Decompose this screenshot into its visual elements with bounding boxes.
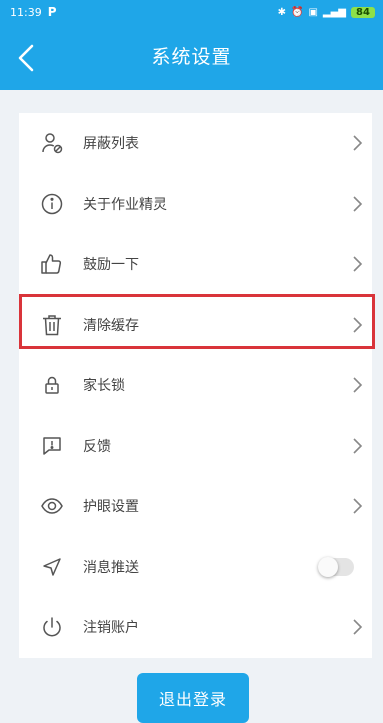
- settings-item-encourage[interactable]: 鼓励一下: [19, 234, 372, 295]
- feedback-icon: [39, 433, 65, 459]
- status-bar: 11:39 P ✱ ⏰ ▣ ▂▄▆ 84: [0, 0, 383, 24]
- settings-item-parent-lock[interactable]: 家长锁: [19, 355, 372, 416]
- settings-item-block-list[interactable]: 屏蔽列表: [19, 113, 372, 174]
- chevron-right-icon: [353, 256, 363, 272]
- chevron-right-icon: [353, 619, 363, 635]
- settings-item-feedback[interactable]: 反馈: [19, 416, 372, 477]
- chevron-right-icon: [353, 317, 363, 333]
- status-time: 11:39: [10, 5, 42, 19]
- settings-item-push-notifications: 消息推送: [19, 537, 372, 598]
- settings-item-about[interactable]: 关于作业精灵: [19, 174, 372, 235]
- info-icon: [39, 191, 65, 217]
- toggle-knob: [318, 556, 338, 577]
- settings-item-label: 消息推送: [83, 559, 139, 576]
- settings-item-label: 鼓励一下: [83, 257, 139, 274]
- eye-icon: [39, 493, 65, 519]
- thumbs-up-icon: [39, 251, 65, 277]
- settings-item-label: 注销账户: [83, 620, 139, 637]
- settings-item-label: 护眼设置: [83, 499, 139, 516]
- bluetooth-icon: ✱: [277, 6, 287, 18]
- nav-bar: 系统设置: [0, 24, 383, 90]
- signal-icon: ▂▄▆: [322, 6, 346, 18]
- push-notifications-toggle[interactable]: [318, 556, 354, 577]
- chevron-right-icon: [353, 377, 363, 393]
- settings-item-clear-cache[interactable]: 清除缓存: [19, 295, 372, 356]
- settings-item-label: 家长锁: [83, 378, 125, 395]
- chevron-right-icon: [353, 196, 363, 212]
- settings-item-label: 清除缓存: [83, 317, 139, 334]
- app-indicator-icon: P: [47, 5, 57, 19]
- status-icons: ✱ ⏰ ▣ ▂▄▆ 84: [277, 6, 375, 18]
- logout-button[interactable]: 退出登录: [137, 673, 249, 723]
- trash-icon: [39, 312, 65, 338]
- settings-list: 屏蔽列表 关于作业精灵 鼓励一下 清除缓存 家长锁 反馈 护眼设置 消息推送 注…: [19, 113, 372, 658]
- settings-item-label: 屏蔽列表: [83, 136, 139, 153]
- chevron-right-icon: [353, 438, 363, 454]
- lock-icon: [39, 372, 65, 398]
- settings-item-delete-account[interactable]: 注销账户: [19, 597, 372, 658]
- battery-icon: 84: [351, 6, 375, 18]
- power-icon: [39, 614, 65, 640]
- settings-item-label: 反馈: [83, 438, 111, 455]
- person-block-icon: [39, 130, 65, 156]
- send-icon: [39, 554, 65, 580]
- settings-item-eye-care[interactable]: 护眼设置: [19, 476, 372, 537]
- alarm-icon: ⏰: [291, 6, 304, 18]
- page-title: 系统设置: [151, 46, 232, 68]
- chevron-right-icon: [353, 498, 363, 514]
- settings-item-label: 关于作业精灵: [83, 196, 167, 213]
- chevron-right-icon: [353, 135, 363, 151]
- sim-icon: ▣: [308, 6, 318, 18]
